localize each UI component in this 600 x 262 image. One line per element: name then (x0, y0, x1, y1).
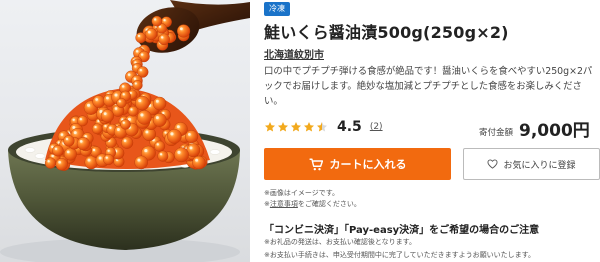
star-icon (265, 122, 275, 132)
price-label: 寄付金額 (479, 128, 514, 138)
heart-icon (487, 159, 498, 169)
rating: 4.5 (2) (264, 119, 383, 135)
price-value: 9,000円 (519, 121, 590, 141)
star-icon (278, 122, 288, 132)
rating-value: 4.5 (337, 119, 362, 135)
payment-notice-line: ※お支払い手続きは、申込受付期間中に完了していただきますようお願いいたします。 (264, 251, 535, 259)
caution-link[interactable]: 注意事項 (270, 200, 298, 208)
caution-note: ※注意事項をご確認ください。 (264, 199, 361, 209)
half-star-icon (317, 122, 327, 132)
frozen-badge: 冷凍 (264, 2, 290, 16)
payment-notice-line: ※お礼品の発送は、お支払い確認後となります。 (264, 238, 416, 246)
product-image (0, 0, 250, 262)
ikura-rice-bowl-photo (0, 0, 250, 262)
payment-notice-title: 「コンビニ決済」「Pay-easy決済」をご希望の場合のご注意 (264, 225, 540, 236)
add-to-cart-button[interactable]: カートに入れる (264, 148, 451, 180)
cart-icon (309, 158, 323, 170)
add-to-cart-label: カートに入れる (329, 158, 407, 171)
star-rating (264, 121, 329, 133)
add-favorite-button[interactable]: お気に入りに登録 (463, 148, 600, 180)
product-description: 口の中でプチプチ弾ける食感が絶品です！醤油いくらを食べやすい250g×2パックで… (264, 66, 593, 107)
image-note: ※画像はイメージです。 (264, 189, 340, 197)
product-title: 鮭いくら醤油漬500g(250g×2) (264, 23, 509, 42)
caution-suffix: をご確認ください。 (297, 200, 361, 208)
star-icon (304, 122, 314, 132)
seller-link[interactable]: 北海道紋別市 (264, 46, 324, 61)
review-count-link[interactable]: (2) (370, 122, 383, 132)
star-icon (291, 122, 301, 132)
product-info: 冷凍 鮭いくら醤油漬500g(250g×2) 北海道紋別市 口の中でプチプチ弾け… (264, 0, 600, 262)
add-favorite-label: お気に入りに登録 (503, 160, 576, 171)
